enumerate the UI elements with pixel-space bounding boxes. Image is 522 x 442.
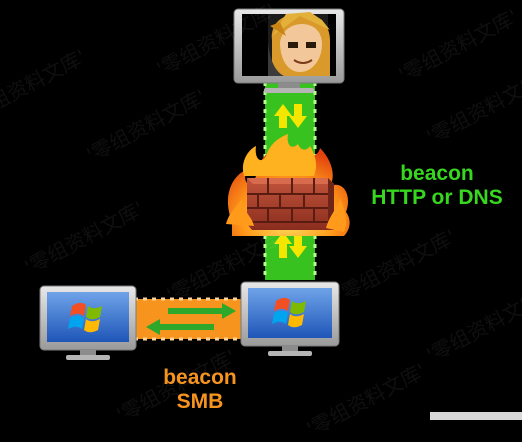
smb-channel-label: beacon SMB xyxy=(140,366,260,413)
firewall-icon xyxy=(226,134,350,236)
pivot-computer xyxy=(240,281,340,356)
avatar-icon xyxy=(268,12,330,76)
top-computer xyxy=(233,8,345,93)
left-computer xyxy=(39,285,137,360)
http-protocol-text: HTTP or DNS xyxy=(371,185,503,209)
smb-protocol-text: SMB xyxy=(176,389,224,413)
http-channel-label: beacon HTTP or DNS xyxy=(352,162,522,209)
corner-logo xyxy=(430,412,522,420)
diagram-canvas xyxy=(39,8,350,360)
smb-channel xyxy=(134,297,246,341)
http-beacon-text: beacon xyxy=(400,162,474,185)
smb-beacon-text: beacon xyxy=(163,366,237,389)
